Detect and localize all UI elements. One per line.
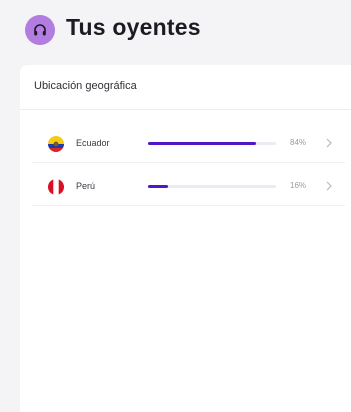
ecuador-flag-icon xyxy=(48,136,64,152)
chevron-right-icon xyxy=(326,181,332,191)
share-percent: 16% xyxy=(290,181,307,190)
country-name: Perú xyxy=(76,181,96,191)
peru-flag-icon xyxy=(48,179,64,195)
country-name: Ecuador xyxy=(76,138,110,148)
chevron-right-icon xyxy=(326,138,332,148)
section-title: Ubicación geográfica xyxy=(34,80,137,92)
divider xyxy=(20,109,351,110)
share-bar-fill xyxy=(148,185,169,188)
share-bar-track xyxy=(148,142,276,145)
page-header: Tus oyentes xyxy=(0,0,351,60)
row-divider xyxy=(32,205,345,206)
headphones-icon xyxy=(25,15,55,45)
page-title: Tus oyentes xyxy=(66,14,201,40)
share-bar-track xyxy=(148,185,276,188)
country-row-ecuador[interactable]: Ecuador 84% xyxy=(32,127,345,163)
share-percent: 84% xyxy=(290,138,307,147)
row-divider xyxy=(32,162,345,163)
share-bar-fill xyxy=(148,142,256,145)
country-row-peru[interactable]: Perú 16% xyxy=(32,170,345,206)
geo-location-card: Ubicación geográfica Ecuador 84% Perú 16… xyxy=(20,65,351,412)
